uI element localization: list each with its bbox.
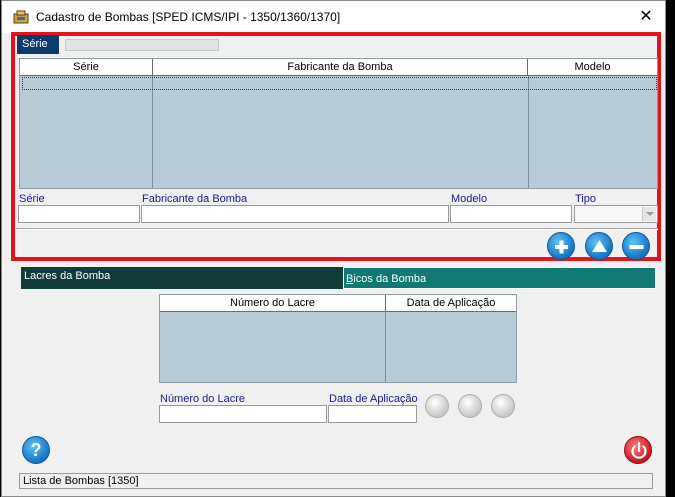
bombas-grid[interactable]: Série Fabricante da Bomba Modelo: [19, 58, 658, 189]
status-bar: Lista de Bombas [1350]: [19, 473, 653, 489]
lacres-grid-header: Número do Lacre Data de Aplicação: [160, 295, 516, 312]
exit-button[interactable]: [624, 436, 652, 464]
column-divider: [152, 76, 153, 188]
help-button[interactable]: ?: [22, 436, 50, 464]
data-aplicacao-field[interactable]: [328, 405, 417, 423]
remove-lacre-button-disabled[interactable]: [491, 394, 515, 418]
move-up-button[interactable]: [585, 232, 613, 260]
column-header-serie[interactable]: Série: [20, 59, 153, 76]
power-icon: [631, 441, 647, 459]
close-icon[interactable]: ✕: [630, 5, 662, 29]
column-divider: [385, 312, 386, 382]
column-header-fabricante[interactable]: Fabricante da Bomba: [153, 59, 528, 76]
add-icon: [555, 240, 568, 254]
fabricante-field[interactable]: [141, 205, 449, 223]
bombas-grid-header: Série Fabricante da Bomba Modelo: [20, 59, 657, 76]
serie-label: Série: [19, 193, 45, 205]
fabricante-label: Fabricante da Bomba: [142, 193, 248, 205]
window-title: Cadastro de Bombas [SPED ICMS/IPI - 1350…: [36, 10, 341, 24]
column-header-numero-lacre[interactable]: Número do Lacre: [160, 295, 386, 312]
serie-field[interactable]: [18, 205, 140, 223]
numero-lacre-field[interactable]: [159, 405, 327, 423]
remove-icon: [629, 245, 644, 249]
column-header-data-aplicacao[interactable]: Data de Aplicação: [386, 295, 516, 312]
data-aplicacao-label: Data de Aplicação: [329, 393, 418, 405]
tipo-select[interactable]: [574, 205, 658, 223]
lacres-grid[interactable]: Número do Lacre Data de Aplicação: [159, 294, 517, 383]
move-up-icon: [592, 240, 607, 252]
tab-bicos-da-bomba[interactable]: Bicos da Bomba: [343, 267, 656, 289]
tab-bicos-label: icos da Bomba: [353, 273, 427, 285]
title-bar: Cadastro de Bombas [SPED ICMS/IPI - 1350…: [2, 1, 665, 33]
modelo-field[interactable]: [450, 205, 572, 223]
tab-lacres-da-bomba[interactable]: Lacres da Bomba: [21, 267, 343, 289]
cadastro-bombas-window: Cadastro de Bombas [SPED ICMS/IPI - 1350…: [1, 0, 666, 497]
add-lacre-button-disabled[interactable]: [425, 394, 449, 418]
question-icon: ?: [30, 440, 42, 460]
edit-lacre-button-disabled[interactable]: [458, 394, 482, 418]
numero-lacre-label: Número do Lacre: [160, 393, 245, 405]
app-icon: [13, 10, 29, 24]
remove-button[interactable]: [622, 232, 650, 260]
serie-filter-input[interactable]: [65, 39, 219, 51]
column-header-modelo[interactable]: Modelo: [528, 59, 657, 76]
add-button[interactable]: [547, 232, 575, 260]
table-row[interactable]: [22, 77, 657, 90]
column-divider: [528, 76, 529, 188]
serie-filter-tab[interactable]: Série: [17, 35, 59, 54]
tipo-label: Tipo: [575, 193, 596, 205]
section-divider: [16, 228, 658, 230]
modelo-label: Modelo: [451, 193, 488, 205]
chevron-down-icon[interactable]: [642, 207, 656, 221]
